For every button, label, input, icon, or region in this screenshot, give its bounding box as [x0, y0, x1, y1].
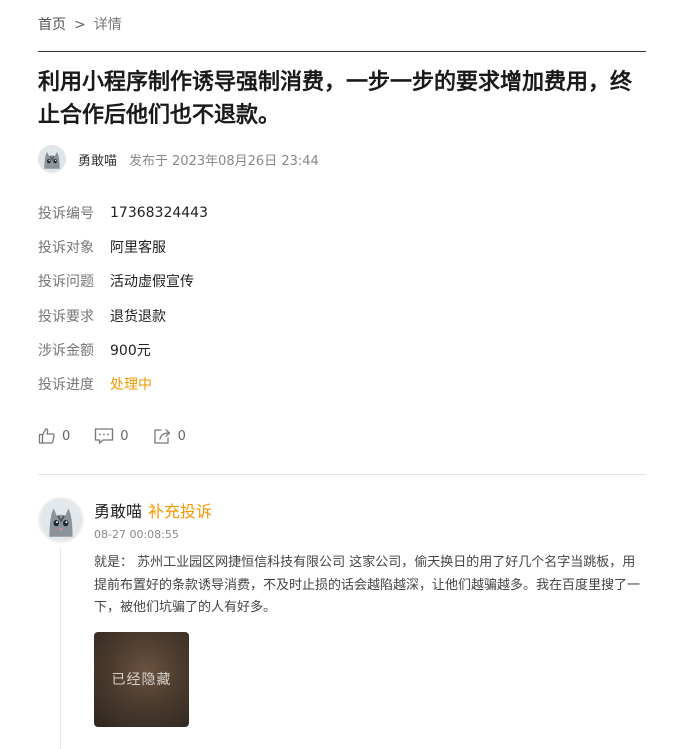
info-row-progress: 投诉进度 处理中: [38, 367, 646, 401]
author-name[interactable]: 勇敢喵: [78, 150, 117, 169]
breadcrumb-home-link[interactable]: 首页: [38, 17, 66, 33]
like-count: 0: [62, 428, 71, 444]
thumbs-up-icon: [38, 428, 55, 444]
info-row-complaint-issue: 投诉问题 活动虚假宣传: [38, 264, 646, 298]
info-label: 投诉问题: [38, 274, 94, 291]
complaint-target-value[interactable]: 阿里客服: [110, 237, 166, 257]
amount-value: 900元: [110, 342, 151, 359]
comment-text: 就是： 苏州工业园区网捷恒信科技有限公司 这家公司，偷天换日的用了好几个名字当跳…: [94, 555, 641, 615]
info-row-complaint-target: 投诉对象 阿里客服: [38, 230, 646, 264]
cat-avatar-icon[interactable]: [38, 497, 84, 543]
info-label: 投诉对象: [38, 240, 94, 257]
info-row-complaint-request: 投诉要求 退货退款: [38, 299, 646, 333]
published-prefix: 发布于: [129, 153, 169, 169]
published-time: 2023年08月26日 23:44: [172, 153, 319, 169]
info-label: 投诉编号: [38, 206, 94, 223]
comment-header: 勇敢喵 补充投诉: [94, 500, 646, 524]
share-count: 0: [177, 428, 186, 444]
info-row-amount: 涉诉金额 900元: [38, 333, 646, 367]
timeline-line: [60, 548, 61, 749]
cat-avatar-icon[interactable]: [38, 145, 66, 173]
info-label: 投诉进度: [38, 377, 94, 394]
complaint-id-value: 17368324443: [110, 205, 208, 222]
author-row: 勇敢喵 发布于 2023年08月26日 23:44: [38, 144, 319, 174]
supplement-complaint-entry: 勇敢喵 补充投诉 08-27 00:08:55 就是： 苏州工业园区网捷恒信科技有…: [94, 500, 646, 727]
comment-count: 0: [120, 428, 129, 444]
action-bar: 0 0 0: [38, 427, 210, 445]
like-button[interactable]: 0: [38, 427, 70, 445]
share-button[interactable]: 0: [153, 427, 186, 445]
hidden-image-label: 已经隐藏: [111, 672, 172, 688]
share-icon: [153, 429, 170, 444]
breadcrumb: 首页 > 详情: [38, 14, 122, 34]
complaint-info-list: 投诉编号 17368324443 投诉对象 阿里客服 投诉问题 活动虚假宣传 投…: [38, 196, 646, 401]
info-label: 投诉要求: [38, 308, 94, 325]
complaint-issue-value: 活动虚假宣传: [110, 274, 194, 291]
section-divider: [38, 474, 646, 475]
comment-bubble-icon: [95, 428, 114, 444]
header-divider: [38, 51, 646, 52]
page-title: 利用小程序制作诱导强制消费，一步一步的要求增加费用，终止合作后他们也不退款。: [38, 70, 633, 128]
progress-status: 处理中: [110, 377, 152, 394]
comment-time: 08-27 00:08:55: [94, 528, 179, 541]
comment-button[interactable]: 0: [94, 427, 129, 445]
comment-author-name[interactable]: 勇敢喵: [94, 502, 142, 521]
breadcrumb-separator: >: [74, 17, 86, 33]
info-label: 涉诉金额: [38, 342, 94, 359]
info-row-complaint-id: 投诉编号 17368324443: [38, 196, 646, 230]
comment-tag: 补充投诉: [148, 502, 213, 521]
complaint-request-value: 退货退款: [110, 308, 166, 325]
hidden-image-thumbnail[interactable]: 已经隐藏: [94, 631, 189, 727]
breadcrumb-current: 详情: [93, 17, 122, 33]
